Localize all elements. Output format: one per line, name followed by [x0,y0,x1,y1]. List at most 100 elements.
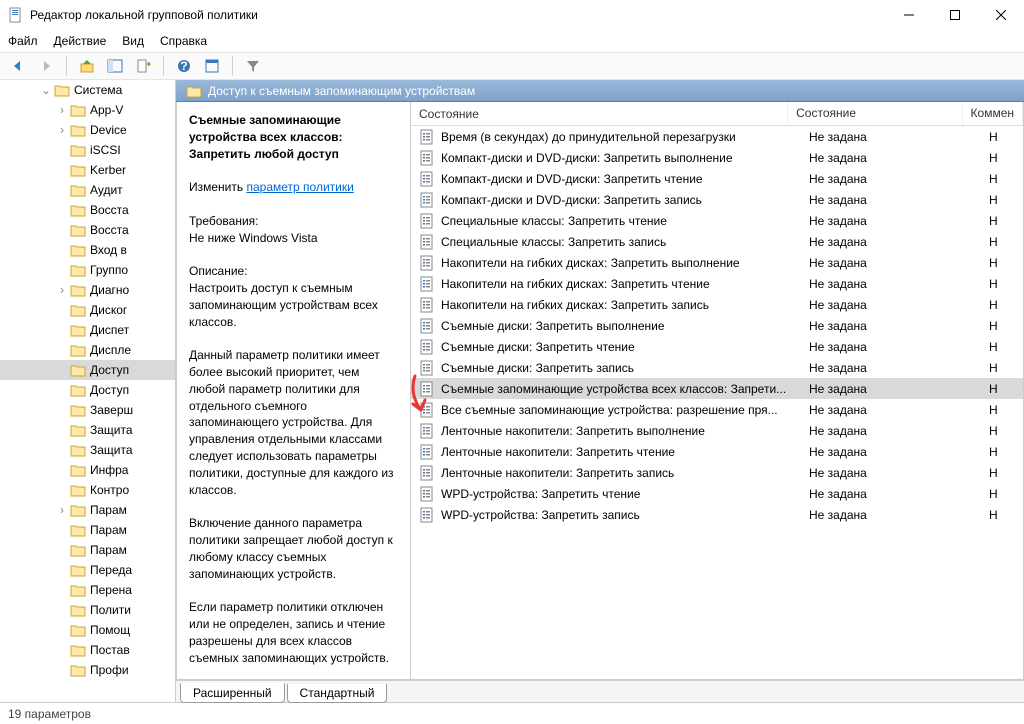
column-name[interactable]: Состояние [411,102,788,125]
tab-extended[interactable]: Расширенный [180,683,285,703]
menu-help[interactable]: Справка [160,34,207,48]
collapse-icon[interactable]: ⌄ [40,83,52,97]
description-label: Описание: [189,264,248,278]
tree-item[interactable]: Восста [0,220,175,240]
edit-policy-link[interactable]: параметр политики [246,180,353,194]
back-button[interactable] [6,54,30,78]
policy-row[interactable]: Ленточные накопители: Запретить чтениеНе… [411,441,1023,462]
policy-title: Съемные запоминающие устройства всех кла… [189,113,343,161]
tree-label: Аудит [90,183,123,197]
policy-row[interactable]: Специальные классы: Запретить чтениеНе з… [411,210,1023,231]
list-rows[interactable]: Время (в секундах) до принудительной пер… [411,126,1023,679]
tree-item[interactable]: Диспет [0,320,175,340]
tree-item[interactable]: Контро [0,480,175,500]
policy-row[interactable]: Компакт-диски и DVD-диски: Запретить чте… [411,168,1023,189]
policy-comment: Н [981,235,1023,249]
expand-icon[interactable]: › [56,103,68,117]
tree-item[interactable]: Профи [0,660,175,680]
tree-item[interactable]: Kerber [0,160,175,180]
policy-state: Не задана [801,466,981,480]
tree-item[interactable]: Диспле [0,340,175,360]
policy-row[interactable]: Специальные классы: Запретить записьНе з… [411,231,1023,252]
tab-standard[interactable]: Стандартный [287,684,388,703]
tree-item[interactable]: Восста [0,200,175,220]
tree-item-system[interactable]: ⌄Система [0,80,175,100]
policy-name: Накопители на гибких дисках: Запретить в… [441,256,740,270]
tree-item[interactable]: Перена [0,580,175,600]
menu-file[interactable]: Файл [8,34,38,48]
tree-item[interactable]: Полити [0,600,175,620]
tree-item[interactable]: Группо [0,260,175,280]
statusbar: 19 параметров [0,702,1024,724]
policy-row[interactable]: Накопители на гибких дисках: Запретить ч… [411,273,1023,294]
policy-row[interactable]: Съемные диски: Запретить чтениеНе задана… [411,336,1023,357]
tree-item[interactable]: Аудит [0,180,175,200]
up-button[interactable] [75,54,99,78]
tree-label: Восста [90,223,129,237]
policy-state: Не задана [801,382,981,396]
tree-scroll[interactable]: ⌄Система›App-V›DeviceiSCSIKerber Аудит Вос… [0,80,175,702]
policy-state: Не задана [801,235,981,249]
tree-label: Профи [90,663,129,677]
export-button[interactable] [131,54,155,78]
policy-row[interactable]: Съемные запоминающие устройства всех кла… [411,378,1023,399]
menu-action[interactable]: Действие [54,34,107,48]
tree-item[interactable]: ›Диагно [0,280,175,300]
policy-state: Не задана [801,361,981,375]
properties-button[interactable] [200,54,224,78]
menu-view[interactable]: Вид [122,34,144,48]
tree-item[interactable]: Переда [0,560,175,580]
policy-row[interactable]: Накопители на гибких дисках: Запретить в… [411,252,1023,273]
policy-row[interactable]: Компакт-диски и DVD-диски: Запретить вып… [411,147,1023,168]
forward-button[interactable] [34,54,58,78]
titlebar: Редактор локальной групповой политики [0,0,1024,30]
column-state[interactable]: Состояние [788,102,962,125]
tree-item[interactable]: Парам [0,520,175,540]
tree-item[interactable]: Инфра [0,460,175,480]
close-button[interactable] [978,0,1024,30]
filter-button[interactable] [241,54,265,78]
tree-item[interactable]: Вход в [0,240,175,260]
tree-item[interactable]: Диског [0,300,175,320]
main-area: ⌄Система›App-V›DeviceiSCSIKerber Аудит Вос… [0,80,1024,702]
policy-row[interactable]: Съемные диски: Запретить записьНе задана… [411,357,1023,378]
tree-item[interactable]: ›App-V [0,100,175,120]
show-hide-tree-button[interactable] [103,54,127,78]
policy-state: Не задана [801,130,981,144]
tree-item[interactable]: Парам [0,540,175,560]
tree-label: Заверш [90,403,133,417]
maximize-button[interactable] [932,0,978,30]
policy-row[interactable]: WPD-устройства: Запретить записьНе задан… [411,504,1023,525]
expand-icon[interactable]: › [56,123,68,137]
policy-row[interactable]: WPD-устройства: Запретить чтениеНе задан… [411,483,1023,504]
policy-row[interactable]: Ленточные накопители: Запретить записьНе… [411,462,1023,483]
tree-item[interactable]: Защита [0,440,175,460]
policy-comment: Н [981,361,1023,375]
tree-item[interactable]: iSCSI [0,140,175,160]
policy-comment: Н [981,151,1023,165]
help-button[interactable]: ? [172,54,196,78]
expand-icon[interactable]: › [56,503,68,517]
tree-item[interactable]: Помощ [0,620,175,640]
tree-item[interactable]: ›Device [0,120,175,140]
tree-label: Диспет [90,323,129,337]
policy-row[interactable]: Все съемные запоминающие устройства: раз… [411,399,1023,420]
toolbar: ? [0,52,1024,80]
policy-row[interactable]: Накопители на гибких дисках: Запретить з… [411,294,1023,315]
policy-comment: Н [981,382,1023,396]
view-tabs: Расширенный Стандартный [176,680,1024,702]
tree-item[interactable]: Доступ [0,380,175,400]
policy-row[interactable]: Съемные диски: Запретить выполнениеНе за… [411,315,1023,336]
policy-state: Не задана [801,214,981,228]
column-comment[interactable]: Коммен [963,102,1023,125]
tree-item[interactable]: Заверш [0,400,175,420]
minimize-button[interactable] [886,0,932,30]
tree-item[interactable]: Защита [0,420,175,440]
policy-row[interactable]: Компакт-диски и DVD-диски: Запретить зап… [411,189,1023,210]
policy-row[interactable]: Ленточные накопители: Запретить выполнен… [411,420,1023,441]
tree-item[interactable]: ›Парам [0,500,175,520]
tree-item[interactable]: Постав [0,640,175,660]
policy-row[interactable]: Время (в секундах) до принудительной пер… [411,126,1023,147]
expand-icon[interactable]: › [56,283,68,297]
tree-item[interactable]: Доступ [0,360,175,380]
